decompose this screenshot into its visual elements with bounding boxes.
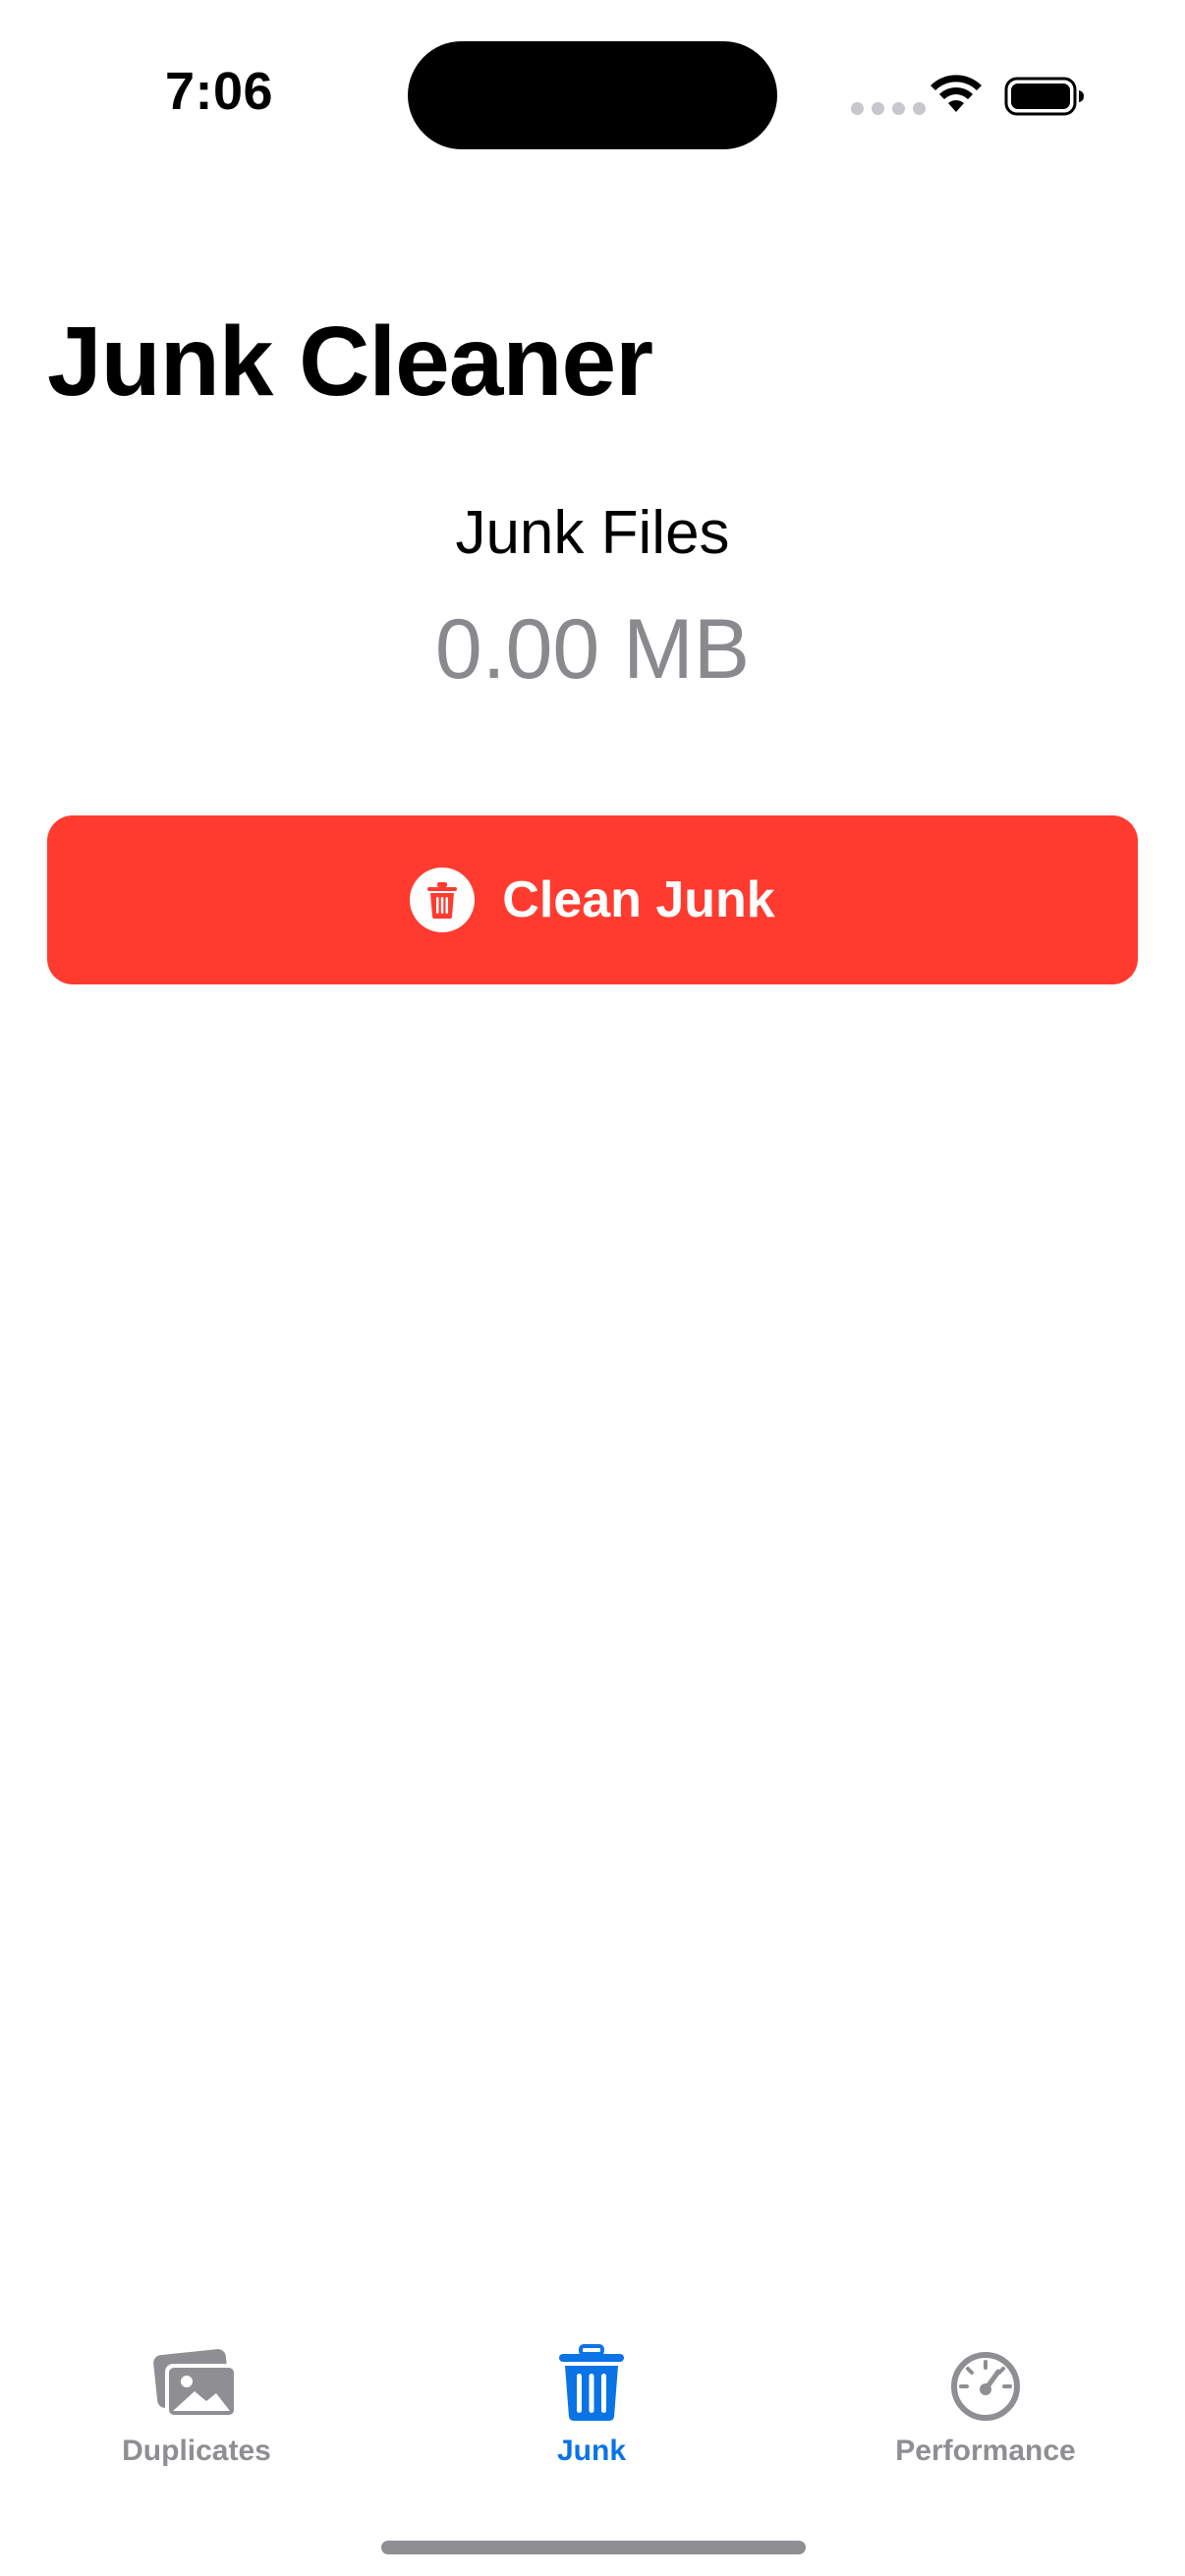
wifi-icon	[931, 75, 982, 112]
photos-icon	[151, 2328, 242, 2423]
trash-icon	[557, 2328, 626, 2423]
status-bar: 7:06	[0, 0, 1185, 177]
dynamic-island	[408, 41, 777, 149]
tab-duplicates-label: Duplicates	[122, 2435, 271, 2467]
junk-files-size: 0.00 MB	[434, 602, 751, 697]
tab-junk-label: Junk	[556, 2435, 627, 2467]
tab-duplicates[interactable]: Duplicates	[49, 2328, 344, 2486]
clean-junk-button[interactable]: Clean Junk	[47, 815, 1138, 984]
tab-performance-label: Performance	[895, 2435, 1076, 2467]
status-time: 7:06	[165, 62, 274, 121]
page-title: Junk Cleaner	[47, 307, 653, 417]
speedometer-icon	[949, 2328, 1022, 2423]
clean-junk-label: Clean Junk	[502, 871, 775, 928]
junk-files-label: Junk Files	[455, 499, 730, 567]
tab-junk[interactable]: Junk	[444, 2328, 739, 2486]
trash-icon	[410, 868, 476, 932]
battery-icon	[1004, 77, 1084, 116]
tab-bar: Duplicates Junk Performance	[0, 2328, 1185, 2525]
home-indicator[interactable]	[381, 2541, 806, 2554]
cellular-signal-icon	[851, 102, 926, 115]
tab-performance[interactable]: Performance	[838, 2328, 1133, 2486]
